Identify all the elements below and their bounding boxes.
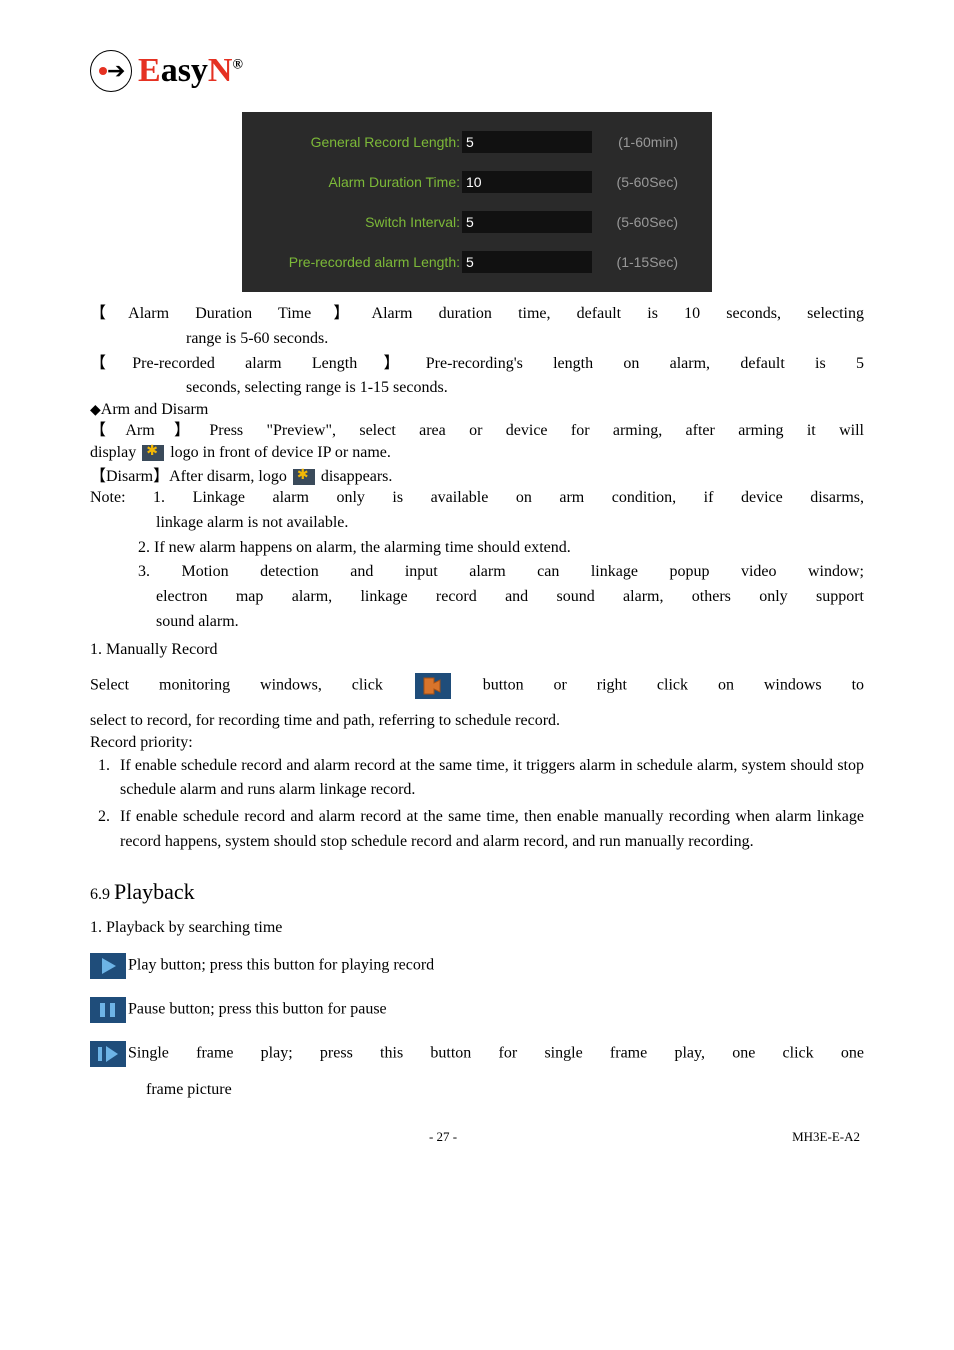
record-button-icon xyxy=(415,673,451,699)
brand-logo: ➔ EasyN® xyxy=(90,50,864,92)
note-item: electron map alarm, linkage record and s… xyxy=(90,585,864,610)
page-number: - 27 - xyxy=(94,1129,792,1145)
paragraph: Select monitoring windows, click button … xyxy=(90,673,864,699)
paragraph: select to record, for recording time and… xyxy=(90,709,864,734)
play-icon xyxy=(90,953,126,979)
note-item: Note: 1. Linkage alarm only is available… xyxy=(90,486,864,511)
priority-list: If enable schedule record and alarm reco… xyxy=(90,754,864,855)
field-range: (5-60Sec) xyxy=(598,174,678,190)
pre-recorded-alarm-length-row: Pre-recorded alarm Length: (1-15Sec) xyxy=(252,242,702,282)
note-item: 3. Motion detection and input alarm can … xyxy=(90,560,864,585)
field-label: Switch Interval: xyxy=(252,214,462,230)
page-footer: - 27 - MH3E-E-A2 xyxy=(90,1129,864,1145)
logo-mark-icon: ➔ xyxy=(90,50,132,92)
pause-icon xyxy=(90,997,126,1023)
paragraph: 【Disarm】After disarm, logo disappears. xyxy=(90,462,864,486)
alarm-duration-row: Alarm Duration Time: (5-60Sec) xyxy=(252,162,702,202)
field-range: (5-60Sec) xyxy=(598,214,678,230)
paragraph: 【Pre-recorded alarm Length】Pre-recording… xyxy=(90,352,864,377)
subheading: ◆Arm and Disarm xyxy=(90,401,864,419)
general-record-length-input[interactable] xyxy=(462,131,592,153)
record-settings-panel: General Record Length: (1-60min) Alarm D… xyxy=(242,112,712,292)
armed-status-icon xyxy=(293,469,315,485)
switch-interval-row: Switch Interval: (5-60Sec) xyxy=(252,202,702,242)
note-item: 2. If new alarm happens on alarm, the al… xyxy=(90,536,864,561)
paragraph: range is 5-60 seconds. xyxy=(90,327,864,352)
field-range: (1-15Sec) xyxy=(598,254,678,270)
note-item: sound alarm. xyxy=(90,610,864,635)
alarm-duration-input[interactable] xyxy=(462,171,592,193)
armed-status-icon xyxy=(142,445,164,461)
general-record-length-row: General Record Length: (1-60min) xyxy=(252,122,702,162)
subheading: 1. Manually Record xyxy=(90,641,864,659)
note-item: linkage alarm is not available. xyxy=(90,511,864,536)
field-label: Pre-recorded alarm Length: xyxy=(252,254,462,270)
diamond-icon: ◆ xyxy=(90,403,101,418)
switch-interval-input[interactable] xyxy=(462,211,592,233)
paragraph: seconds, selecting range is 1-15 seconds… xyxy=(90,376,864,401)
doc-id: MH3E-E-A2 xyxy=(792,1129,860,1145)
field-label: Alarm Duration Time: xyxy=(252,174,462,190)
logo-text: EasyN® xyxy=(138,52,243,90)
paragraph: Pause button; press this button for paus… xyxy=(90,997,864,1023)
subheading: 1. Playback by searching time xyxy=(90,919,864,937)
list-item: If enable schedule record and alarm reco… xyxy=(114,805,864,855)
paragraph: frame picture xyxy=(90,1081,864,1099)
paragraph: Single frame play; press this button for… xyxy=(90,1041,864,1067)
field-label: General Record Length: xyxy=(252,134,462,150)
field-range: (1-60min) xyxy=(598,134,678,150)
list-item: If enable schedule record and alarm reco… xyxy=(114,754,864,804)
paragraph: Record priority: xyxy=(90,734,864,752)
paragraph: display logo in front of device IP or na… xyxy=(90,444,864,462)
paragraph: 【Alarm Duration Time】Alarm duration time… xyxy=(90,302,864,327)
paragraph: Play button; press this button for playi… xyxy=(90,953,864,979)
pre-recorded-alarm-length-input[interactable] xyxy=(462,251,592,273)
single-frame-icon xyxy=(90,1041,126,1067)
paragraph: 【Arm】Press "Preview", select area or dev… xyxy=(90,419,864,444)
section-heading: 6.9 Playback xyxy=(90,879,864,905)
